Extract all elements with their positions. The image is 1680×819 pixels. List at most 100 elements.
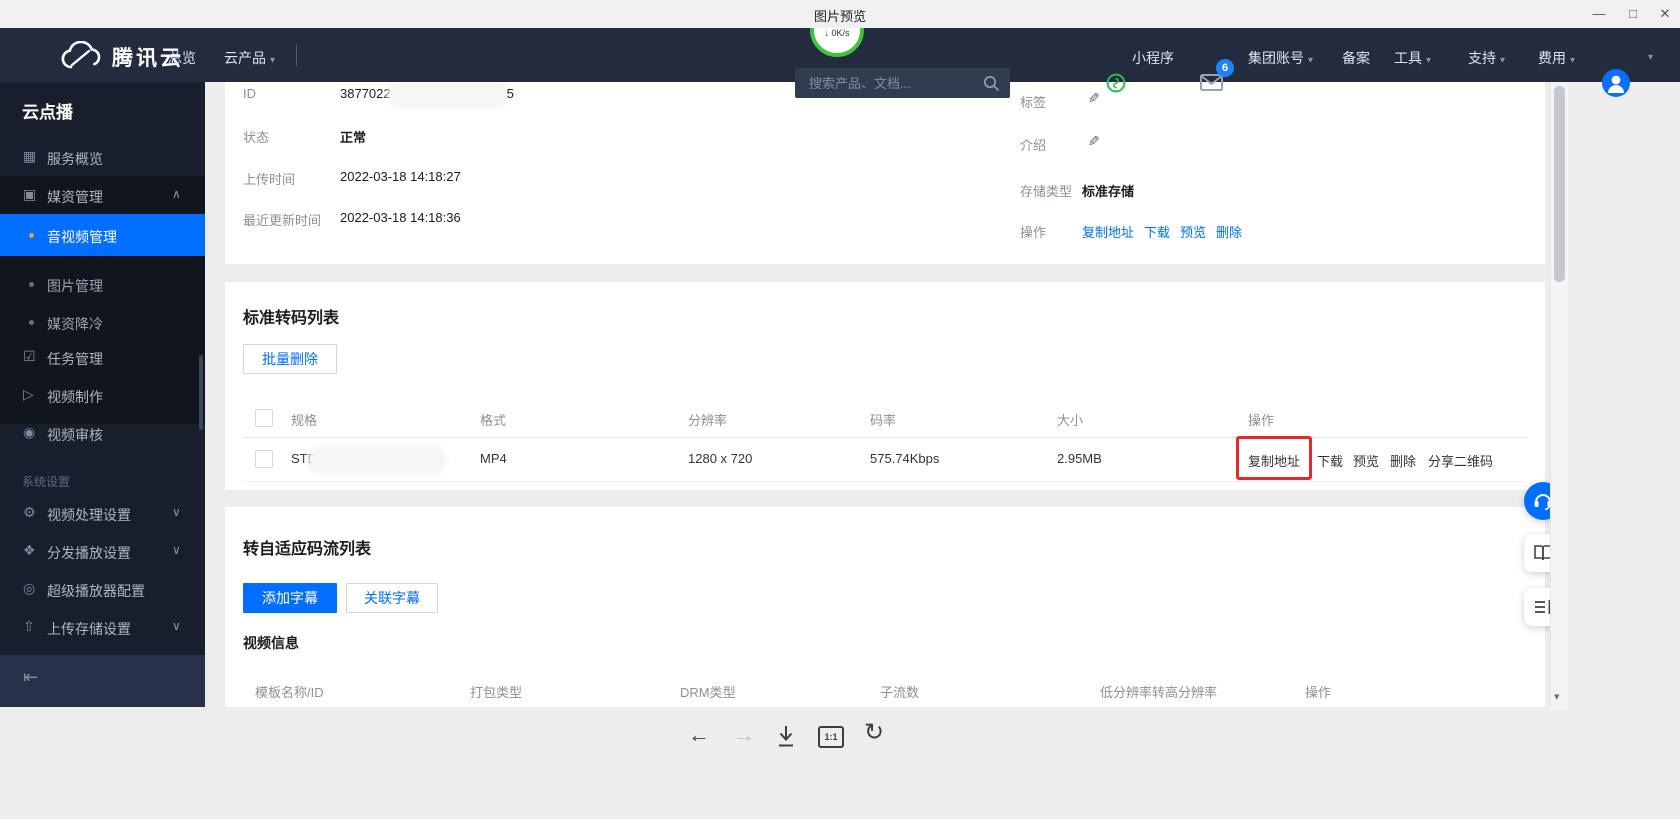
col-size: 大小 [1057,410,1083,429]
adaptive-stream-card: 转自适应码流列表 添加字幕 关联字幕 视频信息 模板名称/ID 打包类型 DRM… [225,507,1545,707]
cell-spec: STD [291,451,441,468]
delete-link[interactable]: 删除 [1216,225,1242,240]
chevron-down-icon: ∨ [172,543,181,557]
row-preview-link[interactable]: 预览 [1353,451,1379,470]
player-icon: ◎ [23,580,35,596]
nav-support[interactable]: 支持▾ [1468,48,1505,68]
sidebar-scrollbar-thumb[interactable] [199,355,203,430]
update-time-value: 2022-03-18 14:18:36 [340,210,461,225]
edit-intro-icon[interactable]: ✎ [1088,133,1100,150]
window-title: 图片预览 [0,6,1680,25]
col-drm-type: DRM类型 [680,682,736,701]
status-value: 正常 [340,127,366,146]
play-icon: ▷ [23,386,34,402]
upload-time-label: 上传时间 [243,169,295,188]
nav-tools[interactable]: 工具▾ [1394,48,1431,68]
sidebar-item-service-overview[interactable]: ▦ 服务概览 [0,138,205,176]
edit-tag-icon[interactable]: ✎ [1088,90,1100,107]
download-link[interactable]: 下载 [1144,225,1170,240]
scroll-down-arrow[interactable]: ▾ [1554,690,1560,703]
mail-icon[interactable] [1200,74,1223,91]
scrollbar-thumb[interactable] [1554,86,1565,282]
play-circle-icon: ◉ [23,424,35,440]
storage-type-label: 存储类型 [1020,181,1072,200]
chevron-down-icon: ∨ [172,505,181,519]
select-all-checkbox[interactable] [255,409,273,427]
product-title: 云点播 [22,98,73,123]
media-detail-card: ID 38770225 状态 正常 上传时间 2022-03-18 14:18:… [225,82,1545,264]
sidebar-item-video-review[interactable]: ◉ 视频审核 [0,414,205,452]
download-speed: ↓ 0K/s [814,28,860,39]
viewer-back-button[interactable]: ← [688,722,710,748]
nav-billing[interactable]: 费用▾ [1538,48,1575,68]
viewer-forward-button[interactable]: → [733,722,755,748]
maximize-button[interactable]: □ [1620,3,1646,25]
cell-format: MP4 [480,451,507,466]
collapse-icon: ⇤ [23,669,38,685]
col-substreams: 子流数 [880,682,919,701]
grid-icon: ▦ [23,148,36,164]
sidebar-item-upload-storage[interactable]: ⇧ 上传存储设置 ∨ [0,608,205,646]
viewer-actual-size-button[interactable]: 1:1 [818,726,844,748]
sidebar-collapse-button[interactable]: ⇤ [0,655,205,707]
sidebar-item-image-management[interactable]: 图片管理 [0,265,205,303]
tencent-cloud-logo-icon[interactable] [58,41,104,71]
detail-actions: 复制地址下载预览删除 [1082,222,1252,241]
batch-delete-button[interactable]: 批量删除 [243,344,337,374]
row-download-link[interactable]: 下载 [1317,451,1343,470]
sidebar-item-distribution-playback[interactable]: ❖ 分发播放设置 ∨ [0,532,205,570]
search-input[interactable] [795,68,1010,98]
caret-down-icon: ▾ [270,55,275,66]
redaction-blur [313,452,441,468]
bullet-dot [29,233,34,238]
row-checkbox[interactable] [255,450,273,468]
video-info-label: 视频信息 [243,633,299,653]
col-bitrate: 码率 [870,410,896,429]
caret-down-icon: ▾ [1570,55,1575,66]
intro-label: 介绍 [1020,135,1046,154]
close-button[interactable]: ✕ [1652,3,1678,25]
table-divider [243,437,1527,438]
avatar-caret[interactable]: ▾ [1644,47,1653,63]
link-subtitle-button[interactable]: 关联字幕 [346,583,438,613]
sidebar-item-super-player[interactable]: ◎ 超级播放器配置 [0,570,205,608]
add-subtitle-button[interactable]: 添加字幕 [243,583,337,613]
preview-link[interactable]: 预览 [1180,225,1206,240]
mail-badge: 6 [1216,59,1234,77]
page-scrollbar[interactable]: ▾ [1550,82,1568,710]
update-time-label: 最近更新时间 [243,210,321,229]
search-icon[interactable] [983,75,1000,92]
viewer-rotate-button[interactable]: ↻ [864,720,884,746]
sidebar-item-media-cooling[interactable]: 媒资降冷 [0,303,205,341]
row-share-qrcode-link[interactable]: 分享二维码 [1428,451,1493,470]
cube-icon: ❖ [23,542,36,558]
sidebar-item-video-processing[interactable]: ⚙ 视频处理设置 ∨ [0,494,205,532]
check-square-icon: ☑ [23,348,36,364]
nav-beian[interactable]: 备案 [1342,48,1370,68]
status-label: 状态 [243,127,269,146]
col-operation: 操作 [1248,410,1274,429]
nav-products[interactable]: 云产品▾ [224,48,275,68]
copy-url-link[interactable]: 复制地址 [1082,225,1134,240]
sidebar-item-audio-video[interactable]: 音视频管理 [0,214,205,256]
sidebar-item-media-management[interactable]: ▣ 媒资管理 ∧ [0,176,205,214]
nav-divider [296,44,297,66]
sidebar-item-task-management[interactable]: ☑ 任务管理 [0,338,205,376]
bullet-dot [29,320,34,325]
col-template: 模板名称/ID [255,682,324,701]
col-spec: 规格 [291,410,317,429]
minimize-button[interactable]: — [1586,3,1612,25]
row-delete-link[interactable]: 删除 [1390,451,1416,470]
nav-group-account[interactable]: 集团账号▾ [1248,48,1313,68]
nav-miniprogram[interactable]: 小程序 [1132,48,1174,68]
nav-overview[interactable]: 总览 [168,48,196,68]
avatar[interactable] [1602,69,1630,97]
upload-time-value: 2022-03-18 14:18:27 [340,169,461,184]
miniprogram-icon [1106,73,1126,93]
caret-down-icon: ▾ [1308,55,1313,66]
viewer-download-button[interactable] [776,725,796,748]
storage-type-value: 标准存储 [1082,181,1134,200]
window-titlebar: 图片预览 — □ ✕ [0,0,1680,28]
user-icon [1602,69,1630,97]
sidebar-item-video-production[interactable]: ▷ 视频制作 [0,376,205,414]
